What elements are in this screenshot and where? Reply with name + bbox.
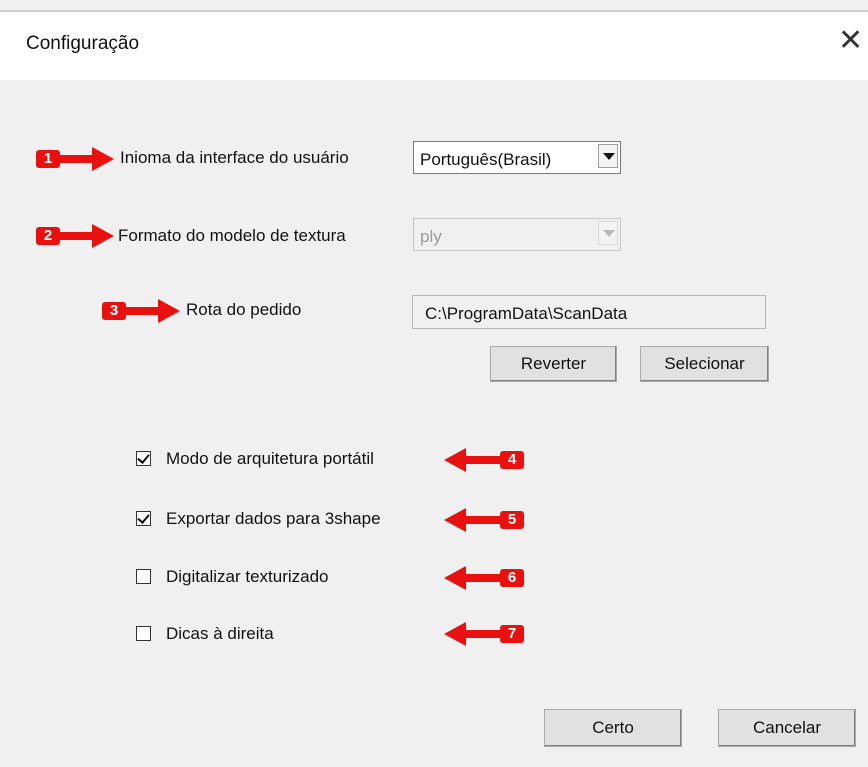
tips-right-checkbox[interactable] [136,626,151,641]
export-3shape-checkbox[interactable] [136,511,151,526]
checkmark-icon [137,511,150,524]
language-select[interactable]: Português(Brasil) [413,141,621,174]
close-icon[interactable]: ✕ [838,26,863,56]
texture-scan-label: Digitalizar texturizado [166,567,329,586]
annotation-badge-4: 4 [500,451,524,469]
export-3shape-label: Exportar dados para 3shape [166,509,381,528]
language-label: Inioma da interface do usuário [120,148,349,167]
annotation-badge-7: 7 [500,625,524,643]
arrow-left-icon [444,448,500,472]
portable-mode-label: Modo de arquitetura portátil [166,449,374,468]
dialog-title: Configuração [26,33,140,54]
arrow-left-icon [444,508,500,532]
tips-right-label: Dicas à direita [166,624,274,643]
texture-format-select: ply [413,218,621,251]
texture-format-value: ply [420,227,442,246]
language-select-value: Português(Brasil) [420,150,552,169]
order-path-field[interactable]: C:\ProgramData\ScanData [412,295,766,329]
annotation-badge-2: 2 [36,227,60,245]
annotation-badge-3: 3 [102,302,126,320]
arrow-right-icon [58,147,114,171]
select-button[interactable]: Selecionar [640,346,769,382]
arrow-left-icon [444,566,500,590]
checkmark-icon [137,451,150,464]
arrow-left-icon [444,622,500,646]
settings-dialog: Configuração ✕ 1 Inioma da interface do … [0,0,868,767]
ok-button[interactable]: Certo [544,709,682,747]
chevron-down-icon [598,221,618,245]
annotation-badge-6: 6 [500,569,524,587]
revert-button[interactable]: Reverter [490,346,617,382]
order-path-label: Rota do pedido [186,300,302,319]
cancel-button[interactable]: Cancelar [718,709,856,747]
portable-mode-checkbox[interactable] [136,451,151,466]
texture-format-label: Formato do modelo de textura [118,226,346,245]
annotation-badge-1: 1 [36,150,60,168]
arrow-right-icon [124,299,180,323]
annotation-badge-5: 5 [500,511,524,529]
texture-scan-checkbox[interactable] [136,569,151,584]
order-path-value: C:\ProgramData\ScanData [425,304,628,323]
chevron-down-icon[interactable] [598,144,618,168]
arrow-right-icon [58,224,114,248]
